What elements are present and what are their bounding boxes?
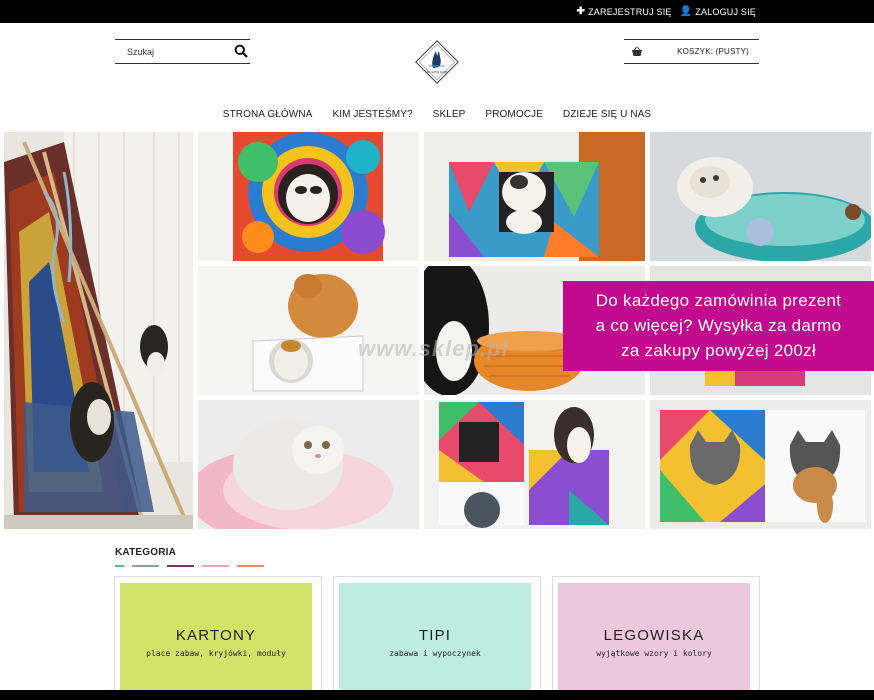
category-card-panel: KARTONY place zabaw, kryjówki, moduły [120,583,312,699]
gallery-image-mandala-box-cat[interactable] [198,132,419,261]
search-icon[interactable] [234,44,248,58]
logo-diamond-icon: NA SWOIJ ŁAPIE [415,40,459,84]
category-card-title: LEGOWISKA [603,627,705,644]
color-bar-1 [115,565,124,567]
logo[interactable]: NA SWOIJ ŁAPIE [412,37,462,87]
cart-label: KOSZYK: (PUSTY) [677,47,749,56]
nav-item-home[interactable]: STRONA GŁÓWNA [213,109,323,120]
category-card-title: TIPI [418,627,452,644]
gallery-image-cat-entering-box[interactable] [650,400,871,529]
login-link[interactable]: 👤 ZALOGUJ SIĘ [680,6,756,17]
plus-icon: ✚ [576,6,586,17]
category-card-panel: TIPI zabawa i wypoczynek [339,583,531,699]
color-bar-2 [132,565,159,567]
category-heading: KATEGORIA [115,547,177,558]
gallery-image-tipi[interactable] [4,132,193,529]
register-link[interactable]: ✚ ZAREJESTRUJ SIĘ [577,6,672,17]
color-bar-3 [167,565,194,567]
gallery-image-white-box-cats[interactable] [198,266,419,395]
main-nav: STRONA GŁÓWNA KIM JESTEŚMY? SKLEP PROMOC… [0,109,874,120]
category-card-legowiska[interactable]: LEGOWISKA wyjątkowe wzory i kolory [552,576,760,700]
color-bar-4 [202,565,229,567]
cookie-bar [0,690,874,700]
color-bar-5 [237,565,264,567]
user-icon: 👤 [679,6,693,17]
category-color-bars [115,565,264,567]
search-box [115,39,250,64]
category-card-tipi[interactable]: TIPI zabawa i wypoczynek [333,576,541,700]
nav-item-shop[interactable]: SKLEP [423,109,476,120]
category-card-panel: LEGOWISKA wyjątkowe wzory i kolory [558,583,750,699]
gallery-image-geometric-box-cat[interactable] [424,132,645,261]
basket-icon [632,46,642,56]
category-card-title: KARTONY [175,627,257,644]
promo-line-1: Do każdego zamówinia prezent [595,291,842,310]
login-label: ZALOGUJ SIĘ [695,6,756,17]
promo-line-3: za zakupy powyżej 200zł [621,341,816,360]
nav-item-promotions[interactable]: PROMOCJE [475,109,552,120]
promo-banner[interactable]: Do każdego zamówinia prezent a co więcej… [563,281,874,371]
search-input[interactable] [115,40,230,63]
watermark-text: www.sklep.pl [358,336,509,361]
category-card-subtitle: place zabaw, kryjówki, moduły [146,649,286,658]
promo-line-2: a co więcej? Wysyłka za darmo [595,316,842,335]
gallery-image-crochet-bed-kitten[interactable] [650,132,871,261]
category-card-subtitle: wyjątkowe wzory i kolory [596,649,712,658]
top-bar: ✚ ZAREJESTRUJ SIĘ 👤 ZALOGUJ SIĘ [0,0,874,23]
register-label: ZAREJESTRUJ SIĘ [588,6,672,17]
category-card-kartony[interactable]: KARTONY place zabaw, kryjówki, moduły [114,576,322,700]
category-card-subtitle: zabawa i wypoczynek [389,649,481,658]
logo-text: NA SWOIJ ŁAPIE [427,70,448,74]
gallery-image-fluffy-kitten[interactable] [198,400,419,529]
nav-item-about[interactable]: KIM JESTEŚMY? [322,109,422,120]
gallery-image-box-tower-cat[interactable] [424,400,645,529]
nav-item-news[interactable]: DZIEJE SIĘ U NAS [553,109,661,120]
cart[interactable]: KOSZYK: (PUSTY) [624,39,759,64]
